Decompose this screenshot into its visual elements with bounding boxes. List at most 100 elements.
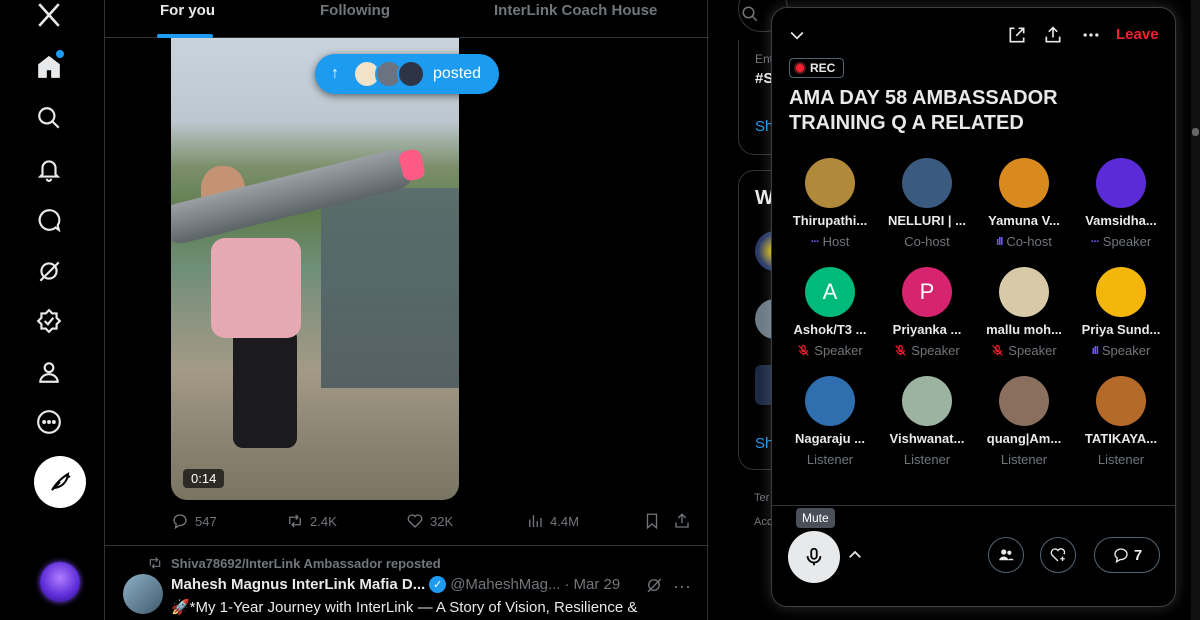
- participant-card[interactable]: Priya Sund... ıll Speaker: [1073, 267, 1169, 367]
- participant-name: Ashok/T3 ...: [793, 322, 867, 337]
- footer-link[interactable]: Ter: [754, 492, 769, 504]
- share-icon[interactable]: [1042, 24, 1064, 46]
- verified-badge-icon: ✓: [429, 576, 447, 593]
- mic-muted-icon: [991, 344, 1004, 358]
- avatar[interactable]: [1096, 158, 1146, 208]
- author-name[interactable]: Mahesh Magnus InterLink Mafia D...: [171, 576, 425, 593]
- participant-name: Vishwanat...: [889, 431, 965, 446]
- participant-card[interactable]: TATIKAYA... Listener: [1073, 376, 1169, 476]
- grok-icon[interactable]: [645, 576, 663, 594]
- scrollbar-thumb[interactable]: [1192, 128, 1199, 136]
- page-scrollbar[interactable]: [1191, 0, 1200, 620]
- participant-card[interactable]: NELLURI | ... Co-host: [879, 158, 975, 258]
- bookmark-icon: [646, 513, 658, 530]
- repost-button[interactable]: 2.4K: [286, 512, 337, 530]
- participant-card[interactable]: P Priyanka ... Speaker: [879, 267, 975, 367]
- recording-badge: REC: [789, 58, 845, 78]
- leave-button[interactable]: Leave: [1116, 26, 1159, 43]
- avatar[interactable]: A: [805, 267, 855, 317]
- avatar[interactable]: [902, 158, 952, 208]
- avatar[interactable]: P: [902, 267, 952, 317]
- open-external-icon[interactable]: [1006, 24, 1028, 46]
- chevron-up-icon[interactable]: [846, 546, 866, 566]
- verified-icon[interactable]: [34, 306, 64, 336]
- role-label: Co-host: [904, 234, 950, 249]
- space-title: AMA DAY 58 AMBASSADOR TRAINING Q A RELAT…: [789, 87, 1058, 134]
- messages-icon[interactable]: [34, 205, 64, 235]
- avatar[interactable]: [902, 376, 952, 426]
- role-label: Listener: [1000, 452, 1048, 467]
- account-avatar[interactable]: [40, 562, 80, 602]
- tab-for-you[interactable]: For you: [160, 2, 215, 19]
- people-button[interactable]: [988, 537, 1024, 573]
- post-more-icon[interactable]: ···: [673, 576, 691, 597]
- author-handle[interactable]: @MaheshMag...: [450, 576, 560, 593]
- views-button[interactable]: 4.4M: [526, 512, 579, 530]
- grok-icon[interactable]: [34, 256, 64, 286]
- participant-card[interactable]: Thirupathi... ··· Host: [782, 158, 878, 258]
- heart-icon: [407, 514, 423, 528]
- participant-role: Listener: [1073, 452, 1169, 467]
- repost-context[interactable]: Shiva78692/InterLink Ambassador reposted: [147, 555, 441, 571]
- bookmark-button[interactable]: [643, 512, 667, 530]
- react-button[interactable]: [1040, 537, 1076, 573]
- footer-link[interactable]: Acc: [754, 516, 772, 528]
- post-header: Mahesh Magnus InterLink Mafia D... ✓ @Ma…: [171, 576, 620, 593]
- avatar[interactable]: [805, 376, 855, 426]
- video-player[interactable]: 0:14: [171, 38, 459, 500]
- repost-by-label: Shiva78692/InterLink Ambassador reposted: [171, 555, 441, 571]
- role-label: Host: [822, 234, 850, 249]
- participant-role: Speaker: [782, 343, 878, 358]
- participant-name: Vamsidha...: [1085, 213, 1157, 228]
- avatar[interactable]: [1096, 267, 1146, 317]
- share-button[interactable]: [673, 512, 697, 530]
- participant-role: Co-host: [879, 234, 975, 249]
- role-label: Listener: [806, 452, 854, 467]
- x-logo-icon[interactable]: [34, 0, 64, 30]
- post-divider: [105, 545, 709, 546]
- role-label: Co-host: [1006, 234, 1052, 249]
- role-label: Speaker: [814, 343, 863, 358]
- role-label: Speaker: [1101, 343, 1151, 358]
- video-frame-figure-legs: [233, 328, 297, 448]
- mute-button[interactable]: [788, 531, 840, 583]
- role-label: Speaker: [911, 343, 960, 358]
- new-posts-pill[interactable]: ↑ posted: [315, 54, 499, 94]
- participant-card[interactable]: mallu moh... Speaker: [976, 267, 1072, 367]
- comments-button[interactable]: 7: [1094, 537, 1160, 573]
- bell-icon[interactable]: [34, 154, 64, 184]
- participant-card[interactable]: Vishwanat... Listener: [879, 376, 975, 476]
- comments-count: 7: [1133, 546, 1143, 564]
- author-avatar[interactable]: [123, 574, 163, 614]
- avatar[interactable]: [999, 376, 1049, 426]
- reply-button[interactable]: 547: [171, 512, 217, 530]
- participant-card[interactable]: A Ashok/T3 ... Speaker: [782, 267, 878, 367]
- participant-name: Thirupathi...: [792, 213, 868, 228]
- participant-role: ıll Co-host: [976, 234, 1072, 249]
- tab-interlink-coach-house[interactable]: InterLink Coach House: [494, 2, 657, 19]
- participant-role: ıll Speaker: [1073, 343, 1169, 358]
- profile-icon[interactable]: [34, 357, 64, 387]
- avatar[interactable]: [999, 158, 1049, 208]
- avatar[interactable]: [1096, 376, 1146, 426]
- participant-card[interactable]: quang|Am... Listener: [976, 376, 1072, 476]
- role-label: Speaker: [1008, 343, 1057, 358]
- video-frame-water: [321, 188, 459, 388]
- tab-following[interactable]: Following: [320, 2, 390, 19]
- views-count: 4.4M: [550, 513, 579, 529]
- participant-card[interactable]: Vamsidha... ··· Speaker: [1073, 158, 1169, 258]
- avatar[interactable]: [999, 267, 1049, 317]
- compose-post-button[interactable]: [34, 456, 86, 508]
- participant-card[interactable]: Yamuna V... ıll Co-host: [976, 158, 1072, 258]
- participant-card[interactable]: Nagaraju ... Listener: [782, 376, 878, 476]
- video-frame-figure-torso: [211, 238, 301, 338]
- post-date[interactable]: Mar 29: [573, 576, 620, 593]
- more-icon[interactable]: [34, 407, 64, 437]
- repost-icon: [289, 514, 301, 528]
- avatar[interactable]: [805, 158, 855, 208]
- people-icon: [999, 549, 1014, 561]
- chevron-down-icon[interactable]: [786, 24, 808, 46]
- more-options-icon[interactable]: [1080, 24, 1102, 46]
- search-icon[interactable]: [34, 103, 64, 133]
- like-button[interactable]: 32K: [406, 512, 453, 530]
